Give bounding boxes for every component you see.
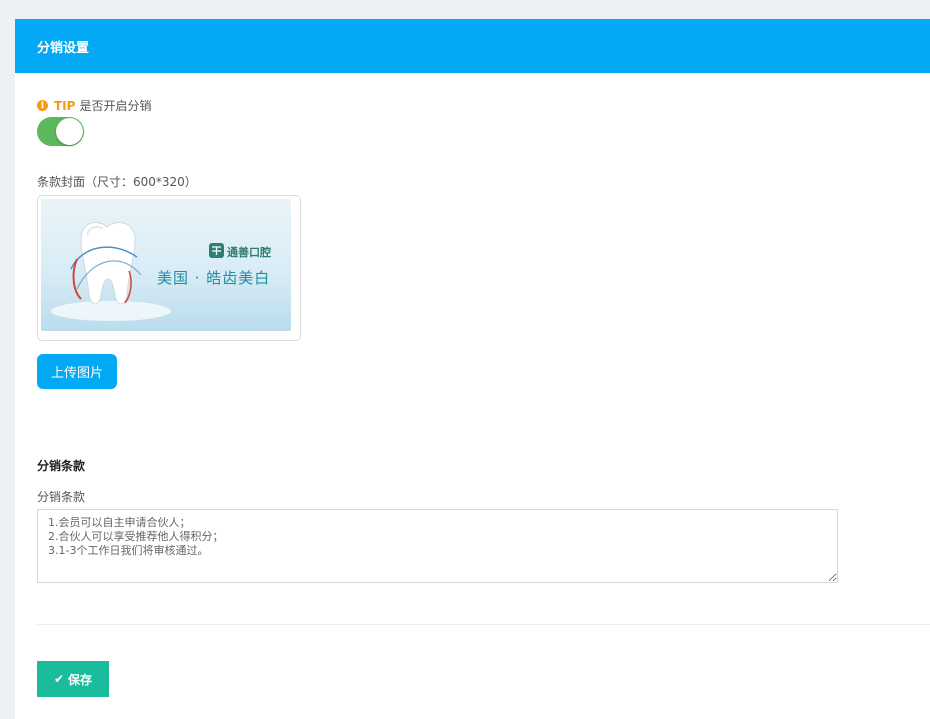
- cover-image-frame: 通善口腔 美国 · 皓齿美白: [37, 195, 301, 341]
- cover-label: 条款封面（尺寸：600*320）: [37, 175, 197, 189]
- brand-logo-text: 通善口腔: [227, 246, 271, 259]
- tip-text: 是否开启分销: [79, 99, 152, 113]
- upload-image-button[interactable]: 上传图片: [37, 354, 118, 389]
- save-button[interactable]: ✔ 保存: [37, 661, 109, 697]
- terms-field-label: 分销条款: [37, 490, 86, 504]
- settings-panel: 分销设置 i TIP 是否开启分销 条款封面（尺寸：600*320） 通善口腔 …: [15, 19, 930, 719]
- tooth-illustration-icon: [51, 222, 224, 321]
- info-icon: i: [37, 100, 48, 111]
- save-button-label: 保存: [68, 672, 93, 687]
- cover-image: 通善口腔 美国 · 皓齿美白: [41, 199, 291, 331]
- tip-label: TIP: [54, 98, 76, 113]
- tip-row: i TIP 是否开启分销: [37, 97, 151, 114]
- divider: [37, 624, 930, 625]
- terms-section-title: 分销条款: [37, 459, 86, 473]
- cover-slogan: 美国 · 皓齿美白: [157, 269, 271, 287]
- toggle-knob: [56, 118, 83, 145]
- panel-header: 分销设置: [15, 19, 930, 73]
- check-icon: ✔: [53, 672, 65, 686]
- terms-textarea[interactable]: 1.会员可以自主申请合伙人； 2.合伙人可以享受推荐他人得积分； 3.1-3个工…: [37, 509, 838, 583]
- panel-title: 分销设置: [37, 40, 90, 56]
- distribution-toggle[interactable]: [37, 117, 84, 146]
